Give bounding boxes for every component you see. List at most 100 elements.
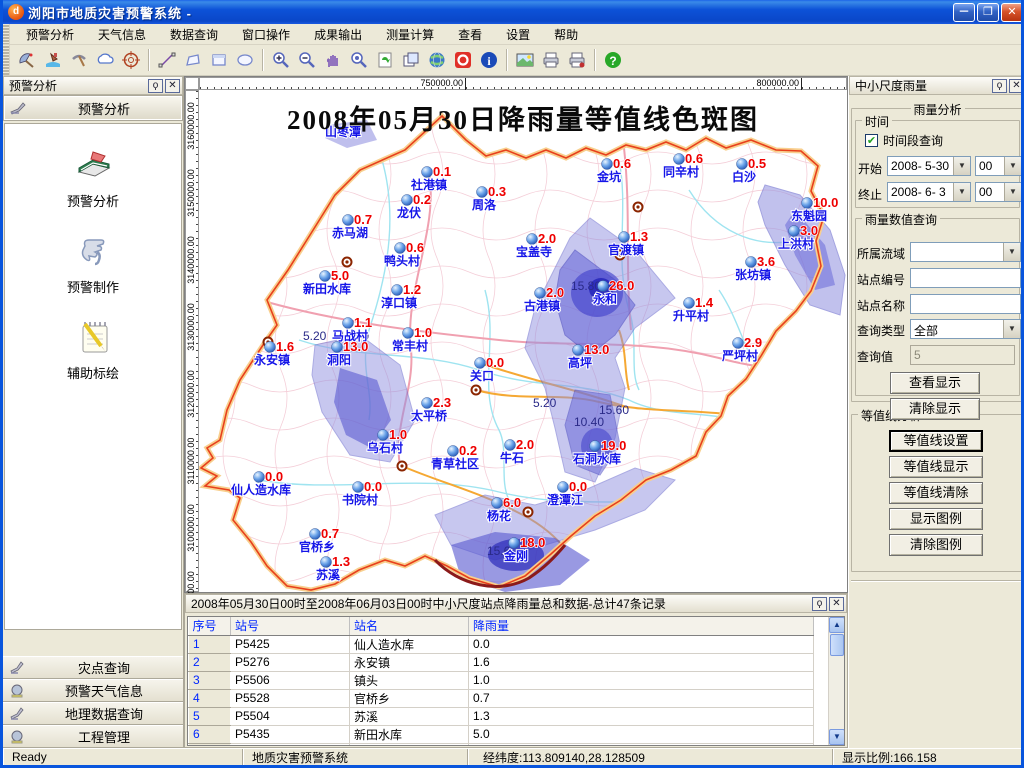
show-query-button[interactable]: 查看显示 [890,372,980,394]
scroll-thumb[interactable] [830,634,844,656]
rain-station[interactable]: 0.6鸭头村 [384,240,424,268]
close-icon[interactable]: ✕ [165,79,180,93]
station-marker-icon[interactable] [598,281,609,292]
minimize-button[interactable]: － [953,3,975,22]
rain-station[interactable]: 2.0宝盖寺 [516,231,556,259]
globe-icon[interactable] [425,48,449,72]
column-header[interactable]: 降雨量 [469,617,814,635]
menu-item-3[interactable]: 窗口操作 [230,24,302,45]
table-row[interactable]: 6P5435新田水库5.0 [189,725,814,743]
rain-station[interactable]: 0.0澄潭江 [547,479,587,507]
chevron-down-icon[interactable]: ▼ [1003,320,1020,338]
rain-station[interactable]: 1.4升平村 [673,295,714,323]
station-marker-icon[interactable] [343,318,354,329]
station-marker-icon[interactable] [422,398,433,409]
menu-item-5[interactable]: 测量计算 [374,24,446,45]
station-marker-icon[interactable] [527,234,538,245]
station-marker-icon[interactable] [320,271,331,282]
station-marker-icon[interactable] [619,232,630,243]
contour-button-0[interactable]: 等值线设置 [889,430,983,452]
menu-item-2[interactable]: 数据查询 [158,24,230,45]
column-header[interactable]: 序号 [189,617,231,635]
chevron-down-icon[interactable]: ▼ [1004,183,1021,201]
start-date-combo[interactable]: 2008- 5-30▼ [887,156,971,176]
rain-station[interactable]: 2.9严坪村 [721,335,762,363]
print-setup-icon[interactable] [565,48,589,72]
map-canvas[interactable]: 15.805.2010.905.2015.6010.4015.6 0.1社港镇0… [199,90,847,592]
rain-station[interactable]: 0.1社港镇 [410,164,451,192]
tool-warning-make[interactable]: 预警制作 [5,228,181,296]
station-marker-icon[interactable] [733,338,744,349]
station-marker-icon[interactable] [422,167,433,178]
copy-view-icon[interactable] [399,48,423,72]
chevron-down-icon[interactable]: ▼ [1004,157,1021,175]
station-marker-icon[interactable] [403,328,414,339]
rain-station[interactable]: 1.2淳口镇 [381,282,421,310]
rain-station[interactable]: 2.3太平桥 [411,395,451,423]
station-marker-icon[interactable] [475,358,486,369]
rain-station[interactable]: 0.5白沙 [732,156,766,184]
station-marker-icon[interactable] [392,285,403,296]
pan-hand-icon[interactable] [321,48,345,72]
pin-icon[interactable]: ϙ [812,597,827,611]
table-row[interactable]: 3P5506镇头1.0 [189,671,814,689]
station-marker-icon[interactable] [535,288,546,299]
station-marker-icon[interactable] [378,430,389,441]
station-marker-icon[interactable] [573,345,584,356]
station-marker-icon[interactable] [310,529,321,540]
zoom-extent-icon[interactable] [347,48,371,72]
table-row[interactable]: 4P5528官桥乡0.7 [189,689,814,707]
column-header[interactable]: 站号 [231,617,350,635]
sidebar-bar-0[interactable]: 灾点查询 [3,656,183,679]
chevron-down-icon[interactable]: ▼ [1003,243,1020,261]
menu-item-4[interactable]: 成果输出 [302,24,374,45]
chevron-down-icon[interactable]: ▼ [953,157,970,175]
rain-station[interactable]: 0.3周洛 [472,184,506,212]
station-marker-icon[interactable] [332,342,343,353]
station-marker-icon[interactable] [492,498,503,509]
tool-aux-plot[interactable]: 辅助标绘 [5,314,181,382]
close-icon[interactable]: ✕ [1009,79,1024,93]
column-header[interactable]: 站名 [350,617,469,635]
station-marker-icon[interactable] [395,243,406,254]
menu-item-1[interactable]: 天气信息 [86,24,158,45]
info-icon[interactable]: i [477,48,501,72]
combo-3[interactable]: 全部▼ [910,319,1021,339]
rain-station[interactable]: 0.0关口 [470,355,504,383]
start-hour-combo[interactable]: 00▼ [975,156,1022,176]
disaster-point-icon[interactable] [41,48,65,72]
station-marker-icon[interactable] [321,557,332,568]
table-row[interactable]: 5P5504苏溪1.3 [189,707,814,725]
help-icon[interactable]: ? [601,48,625,72]
rain-station[interactable]: 1.3官渡镇 [608,229,648,257]
rain-station[interactable]: 0.0书院村 [342,479,382,507]
station-marker-icon[interactable] [789,226,800,237]
contour-button-3[interactable]: 显示图例 [889,508,983,530]
draw-polygon-icon[interactable] [181,48,205,72]
station-marker-icon[interactable] [505,440,516,451]
sidebar-bar-2[interactable]: 地理数据查询 [3,702,183,725]
stop-icon[interactable] [451,48,475,72]
pin-icon[interactable]: ϙ [148,79,163,93]
weather-cloud-icon[interactable] [93,48,117,72]
menu-grip[interactable] [3,24,10,44]
rain-station[interactable]: 2.0古港镇 [524,285,564,313]
menu-item-8[interactable]: 帮助 [542,24,590,45]
station-marker-icon[interactable] [343,215,354,226]
export-image-icon[interactable] [513,48,537,72]
station-marker-icon[interactable] [265,342,276,353]
rain-station[interactable]: 2.0牛石 [500,437,534,465]
station-marker-icon[interactable] [802,198,813,209]
station-marker-icon[interactable] [590,441,601,452]
tool-warning-analysis[interactable]: 预警分析 [5,142,181,210]
draw-rectangle-icon[interactable] [207,48,231,72]
refresh-view-icon[interactable] [373,48,397,72]
time-range-checkbox[interactable]: ✔ [865,134,878,147]
menu-item-6[interactable]: 查看 [446,24,494,45]
table-row[interactable]: 7P5310洞阳13.0 [189,743,814,746]
rain-station[interactable]: 3.6张坊镇 [735,254,775,282]
close-button[interactable]: ✕ [1001,3,1023,22]
station-marker-icon[interactable] [684,298,695,309]
end-hour-combo[interactable]: 00▼ [975,182,1022,202]
station-marker-icon[interactable] [602,159,613,170]
